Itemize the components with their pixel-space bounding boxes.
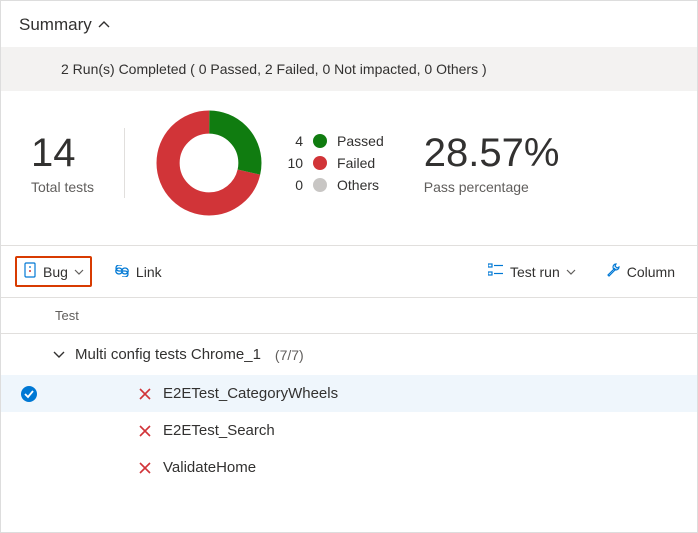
link-label: Link [136, 264, 162, 280]
group-count: (7/7) [275, 347, 304, 363]
stat-pass-label: Pass percentage [424, 179, 560, 195]
legend-passed-label: Passed [337, 133, 384, 149]
bug-button[interactable]: Bug [23, 262, 84, 281]
stats-row: 14 Total tests 4 Passed 10 Failed 0 Othe… [1, 91, 697, 246]
test-row[interactable]: E2ETest_CategoryWheels [1, 375, 697, 412]
legend-failed: 10 Failed [281, 155, 384, 171]
checkmark-icon[interactable] [19, 386, 39, 402]
legend-failed-label: Failed [337, 155, 375, 171]
divider [124, 128, 125, 198]
swatch-others [313, 178, 327, 192]
fail-icon [139, 462, 151, 474]
test-name: E2ETest_Search [163, 422, 275, 439]
stat-total-tests: 14 Total tests [31, 131, 94, 195]
test-row[interactable]: E2ETest_Search [1, 412, 697, 449]
status-text: 2 Run(s) Completed ( 0 Passed, 2 Failed,… [61, 61, 487, 77]
col-test-label: Test [55, 308, 79, 323]
legend-others: 0 Others [281, 177, 384, 193]
toolbar: Bug Link Test run Column [1, 246, 697, 298]
legend-failed-count: 10 [281, 155, 303, 171]
test-name: ValidateHome [163, 459, 256, 476]
donut-area: 4 Passed 10 Failed 0 Others [155, 109, 384, 217]
link-icon [114, 264, 130, 280]
legend-passed-count: 4 [281, 133, 303, 149]
legend-others-count: 0 [281, 177, 303, 193]
test-row[interactable]: ValidateHome [1, 449, 697, 486]
bug-icon [23, 262, 37, 281]
donut-chart [155, 109, 263, 217]
legend: 4 Passed 10 Failed 0 Others [281, 133, 384, 193]
chevron-down-icon [74, 264, 84, 280]
stat-pass-pct: 28.57% Pass percentage [424, 131, 560, 195]
wrench-icon [606, 263, 621, 281]
test-run-button[interactable]: Test run [480, 257, 584, 286]
chevron-down-icon [566, 264, 576, 280]
summary-title: Summary [19, 15, 92, 35]
test-name: E2ETest_CategoryWheels [163, 385, 338, 402]
chevron-down-icon [53, 347, 65, 363]
swatch-passed [313, 134, 327, 148]
test-run-label: Test run [510, 264, 560, 280]
columns-label: Column [627, 264, 675, 280]
stat-pass-value: 28.57% [424, 131, 560, 175]
bug-button-highlight: Bug [15, 256, 92, 287]
group-icon [488, 263, 504, 280]
swatch-failed [313, 156, 327, 170]
chevron-up-icon [98, 19, 110, 31]
group-row[interactable]: Multi config tests Chrome_1 (7/7) [1, 334, 697, 375]
status-bar: 2 Run(s) Completed ( 0 Passed, 2 Failed,… [1, 47, 697, 91]
group-title: Multi config tests Chrome_1 [75, 346, 261, 363]
fail-icon [139, 425, 151, 437]
summary-header[interactable]: Summary [1, 1, 697, 47]
bug-label: Bug [43, 264, 68, 280]
stat-total-label: Total tests [31, 179, 94, 195]
fail-icon [139, 388, 151, 400]
legend-others-label: Others [337, 177, 379, 193]
stat-total-value: 14 [31, 131, 94, 175]
column-header-test[interactable]: Test [1, 298, 697, 334]
legend-passed: 4 Passed [281, 133, 384, 149]
link-button[interactable]: Link [106, 258, 170, 286]
columns-button[interactable]: Column [598, 257, 683, 287]
